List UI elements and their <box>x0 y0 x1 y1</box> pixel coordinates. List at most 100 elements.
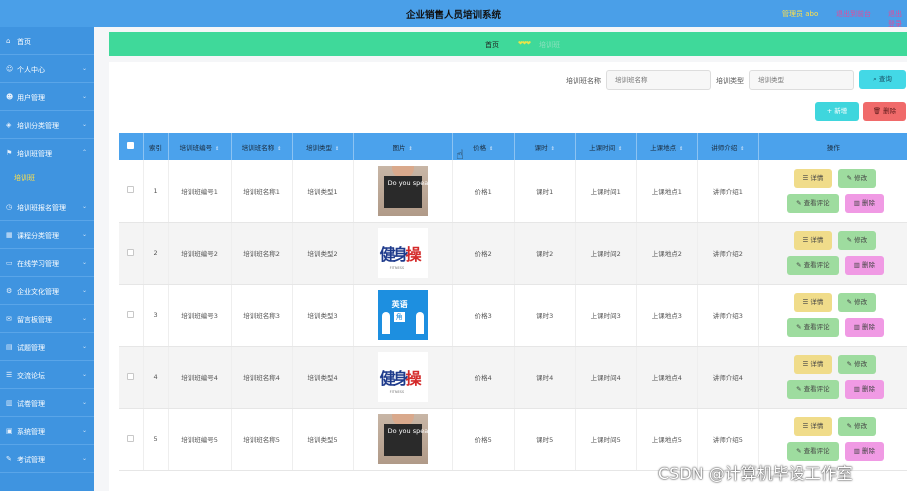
delete-label: 删除 <box>862 323 876 331</box>
speak-english-thumbnail[interactable]: Do you speak english? <box>377 165 428 216</box>
batch-delete-button[interactable]: 🗑 删除 <box>863 102 906 121</box>
delete-button[interactable]: ▥ 删除 <box>844 380 884 399</box>
sort-icon[interactable]: ⇕ <box>551 146 555 152</box>
col-type[interactable]: 培训类型 ⇕ <box>292 133 354 160</box>
view-reviews-button[interactable]: ✎ 查看评论 <box>786 442 839 461</box>
sidebar-item-home[interactable]: ⌂ 首页 <box>0 27 94 55</box>
sidebar-item-users[interactable]: ☻ 用户管理 ⌄ <box>0 83 94 111</box>
cell-place: 上课地点2 <box>636 222 698 285</box>
query-button[interactable]: ⌕ 查询 <box>859 70 906 89</box>
delete-label: 删除 <box>862 447 876 455</box>
sidebar-item-label: 试题管理 <box>17 344 45 352</box>
delete-button[interactable]: ▥ 删除 <box>844 442 884 461</box>
cell-index: 1 <box>143 160 169 223</box>
edit-button[interactable]: ✎ 修改 <box>837 355 876 374</box>
training-type-input[interactable] <box>749 70 854 90</box>
paper-icon: ▥ <box>6 399 13 407</box>
row-checkbox[interactable] <box>127 310 135 318</box>
sidebar-item-training-category[interactable]: ◈ 培训分类管理 ⌄ <box>0 111 94 139</box>
row-checkbox[interactable] <box>127 372 135 380</box>
sidebar-item-training-class[interactable]: ⚑ 培训班管理 ⌃ <box>0 139 94 167</box>
col-intro[interactable]: 讲师介绍 ⇕ <box>697 133 759 160</box>
cell-index: 4 <box>143 346 169 409</box>
row-select-cell[interactable] <box>119 222 144 285</box>
col-place[interactable]: 上课地点 ⇕ <box>636 133 698 160</box>
detail-button[interactable]: ☰ 详情 <box>793 293 832 312</box>
col-index: 索引 <box>143 133 169 160</box>
chevron-down-icon: ⌄ <box>81 287 87 294</box>
delete-button[interactable]: ▥ 删除 <box>844 193 884 213</box>
row-checkbox[interactable] <box>127 248 135 256</box>
col-label: 培训类型 <box>305 143 332 152</box>
delete-button[interactable]: ▥ 删除 <box>844 318 884 337</box>
view-reviews-button[interactable]: ✎ 查看评论 <box>786 193 839 213</box>
sidebar-item-enrollment[interactable]: ◷ 培训班报名管理 ⌄ <box>0 193 94 221</box>
thumb-calli-main: 健身 <box>379 245 409 264</box>
sort-icon[interactable]: ⇕ <box>215 146 219 152</box>
review-label: 查看评论 <box>803 385 830 393</box>
col-image[interactable]: 图片 ⇕ <box>353 133 453 160</box>
detail-button[interactable]: ☰ 详情 <box>793 168 832 188</box>
sort-icon[interactable]: ⇕ <box>335 146 339 152</box>
sort-icon[interactable]: ⇕ <box>740 146 744 152</box>
sort-icon[interactable]: ⇕ <box>277 146 281 152</box>
cell-actions: ☰ 详情 ✎ 修改 ✎ 查看评论 ▥ 删除 <box>758 346 907 409</box>
cell-time: 上课时间3 <box>575 284 637 347</box>
detail-button[interactable]: ☰ 详情 <box>793 417 832 436</box>
row-select-cell[interactable] <box>119 346 144 409</box>
back-to-frontend-link[interactable]: 退出到前台 <box>836 9 871 19</box>
speak-english-thumbnail[interactable]: Do you speak english? <box>377 414 428 464</box>
view-reviews-button[interactable]: ✎ 查看评论 <box>786 256 839 275</box>
sidebar-item-personal[interactable]: ☺ 个人中心 ⌄ <box>0 55 94 83</box>
sidebar-subitem-class[interactable]: 培训班 <box>0 167 94 189</box>
table-row: 2 培训班编号2 培训班名称2 培训类型2 健身操 FITNESS 价格2 课时2… <box>119 222 907 285</box>
cell-place: 上课地点1 <box>636 160 698 223</box>
edit-button[interactable]: ✎ 修改 <box>837 293 876 312</box>
calligraphy-thumbnail[interactable]: 健身操 FITNESS <box>377 228 428 278</box>
sidebar-item-online-learning[interactable]: ▭ 在线学习管理 ⌄ <box>0 249 94 277</box>
row-checkbox[interactable] <box>127 434 135 442</box>
flag-icon: ⚑ <box>6 149 13 157</box>
sort-icon[interactable]: ⇕ <box>618 146 622 152</box>
select-all-checkbox[interactable] <box>127 142 135 149</box>
add-button[interactable]: + 新增 <box>815 102 859 121</box>
sidebar-item-culture[interactable]: ⚙ 企业文化管理 ⌄ <box>0 277 94 305</box>
detail-button[interactable]: ☰ 详情 <box>793 355 832 374</box>
chevron-down-icon: ⌄ <box>81 231 87 238</box>
row-select-cell[interactable] <box>119 284 144 347</box>
english-corner-thumbnail[interactable]: 英语角 <box>377 290 428 340</box>
col-time[interactable]: 上课时间 ⇕ <box>575 133 637 160</box>
col-name[interactable]: 培训班名称 ⇕ <box>231 133 293 160</box>
breadcrumb-home[interactable]: 首页 <box>485 40 499 50</box>
sidebar-item-system[interactable]: ▣ 系统管理 ⌄ <box>0 417 94 445</box>
thumb-person-right <box>415 312 424 334</box>
sort-icon[interactable]: ⇕ <box>409 146 413 152</box>
sidebar-item-exam[interactable]: ✎ 考试管理 ⌄ <box>0 445 94 473</box>
edit-button[interactable]: ✎ 修改 <box>837 168 876 188</box>
sidebar-item-papers[interactable]: ▥ 试卷管理 ⌄ <box>0 389 94 417</box>
col-hours[interactable]: 课时 ⇕ <box>514 133 576 160</box>
delete-button[interactable]: ▥ 删除 <box>844 256 884 275</box>
sidebar-item-course-category[interactable]: ▦ 课程分类管理 ⌄ <box>0 221 94 249</box>
review-label: 查看评论 <box>803 323 830 331</box>
user-icon: ☺ <box>6 65 14 73</box>
col-code[interactable]: 培训班编号 ⇕ <box>168 133 232 160</box>
calligraphy-thumbnail[interactable]: 健身操 FITNESS <box>377 352 428 402</box>
select-all-cell[interactable] <box>119 133 144 160</box>
row-checkbox[interactable] <box>127 186 135 194</box>
row-select-cell[interactable] <box>119 408 144 471</box>
view-reviews-button[interactable]: ✎ 查看评论 <box>786 380 839 399</box>
detail-button[interactable]: ☰ 详情 <box>793 231 832 250</box>
chevron-down-icon: ⌄ <box>81 399 87 406</box>
sort-icon[interactable]: ⇕ <box>489 146 493 152</box>
edit-button[interactable]: ✎ 修改 <box>837 231 876 250</box>
sidebar-item-message-board[interactable]: ✉ 留言板管理 ⌄ <box>0 305 94 333</box>
sidebar-item-forum[interactable]: ☰ 交流论坛 ⌄ <box>0 361 94 389</box>
row-select-cell[interactable] <box>119 160 144 223</box>
edit-button[interactable]: ✎ 修改 <box>837 417 876 436</box>
logout-link[interactable]: 退出登录 <box>888 9 907 29</box>
view-reviews-button[interactable]: ✎ 查看评论 <box>786 318 839 337</box>
class-name-input[interactable] <box>606 70 711 90</box>
sort-icon[interactable]: ⇕ <box>679 146 683 152</box>
sidebar-item-questions[interactable]: ▤ 试题管理 ⌄ <box>0 333 94 361</box>
